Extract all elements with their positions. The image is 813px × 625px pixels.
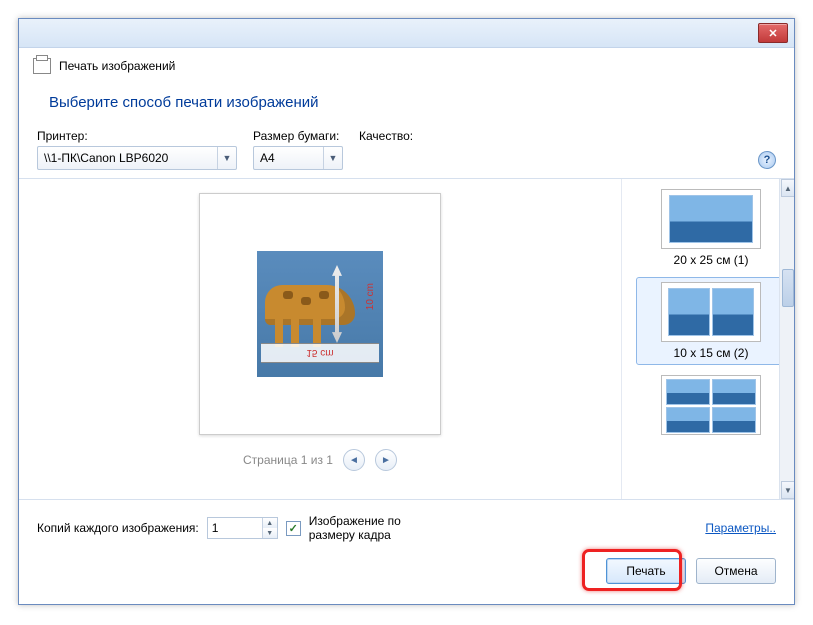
layout-scrollbar[interactable]: ▲ ▼	[779, 179, 794, 499]
layout-label: 10 x 15 см (2)	[639, 346, 783, 360]
layout-option-10x15[interactable]: 10 x 15 см (2)	[636, 277, 786, 365]
next-page-button[interactable]: ►	[375, 449, 397, 471]
paper-label: Размер бумаги:	[253, 129, 343, 143]
preview-v-dim: 10 cm	[365, 283, 376, 310]
scroll-thumb[interactable]	[782, 269, 794, 307]
printer-label: Принтер:	[37, 129, 237, 143]
fit-checkbox[interactable]: ✓	[286, 521, 301, 536]
layout-list: 20 x 25 см (1) 10 x 15 см (2) ▲ ▼	[621, 179, 794, 499]
window-chrome: ✕	[19, 19, 794, 48]
layout-option-4up[interactable]	[636, 375, 786, 435]
copies-label: Копий каждого изображения:	[37, 521, 199, 535]
close-button[interactable]: ✕	[758, 23, 788, 43]
printer-icon	[33, 58, 51, 74]
quality-label: Качество:	[359, 129, 449, 143]
scroll-down-button[interactable]: ▼	[781, 481, 794, 499]
paper-combo[interactable]: A4 ▼	[253, 146, 343, 170]
prev-page-button[interactable]: ◄	[343, 449, 365, 471]
window-title: Печать изображений	[59, 59, 175, 73]
copies-stepper[interactable]: ▲▼	[207, 517, 278, 539]
preview-h-dim: 15 cm	[306, 348, 333, 359]
print-dialog: ✕ Печать изображений Выберите способ печ…	[18, 18, 795, 605]
chevron-down-icon: ▼	[323, 147, 342, 169]
printer-combo[interactable]: \\1-ПК\Canon LBP6020 ▼	[37, 146, 237, 170]
titlebar: Печать изображений	[19, 48, 794, 80]
layout-label: 20 x 25 см (1)	[636, 253, 786, 267]
page-heading: Выберите способ печати изображений	[19, 80, 794, 129]
preview-pane: 10 cm 15 cm Страница 1 из 1 ◄ ►	[19, 179, 621, 499]
cancel-button[interactable]: Отмена	[696, 558, 776, 584]
layout-option-20x25[interactable]: 20 x 25 см (1)	[636, 189, 786, 267]
print-button[interactable]: Печать	[606, 558, 686, 584]
options-link[interactable]: Параметры..	[705, 521, 776, 535]
preview-image: 10 cm 15 cm	[257, 251, 383, 377]
spin-down-icon[interactable]: ▼	[263, 528, 277, 538]
chevron-down-icon: ▼	[217, 147, 236, 169]
fit-label: Изображение по размеру кадра	[309, 514, 429, 542]
spin-up-icon[interactable]: ▲	[263, 518, 277, 528]
copies-input[interactable]	[208, 518, 262, 538]
printer-value: \\1-ПК\Canon LBP6020	[44, 151, 168, 165]
page-indicator: Страница 1 из 1	[243, 453, 333, 467]
page-preview: 10 cm 15 cm	[199, 193, 441, 435]
scroll-up-button[interactable]: ▲	[781, 179, 794, 197]
paper-value: A4	[260, 151, 275, 165]
help-icon[interactable]: ?	[758, 151, 776, 169]
